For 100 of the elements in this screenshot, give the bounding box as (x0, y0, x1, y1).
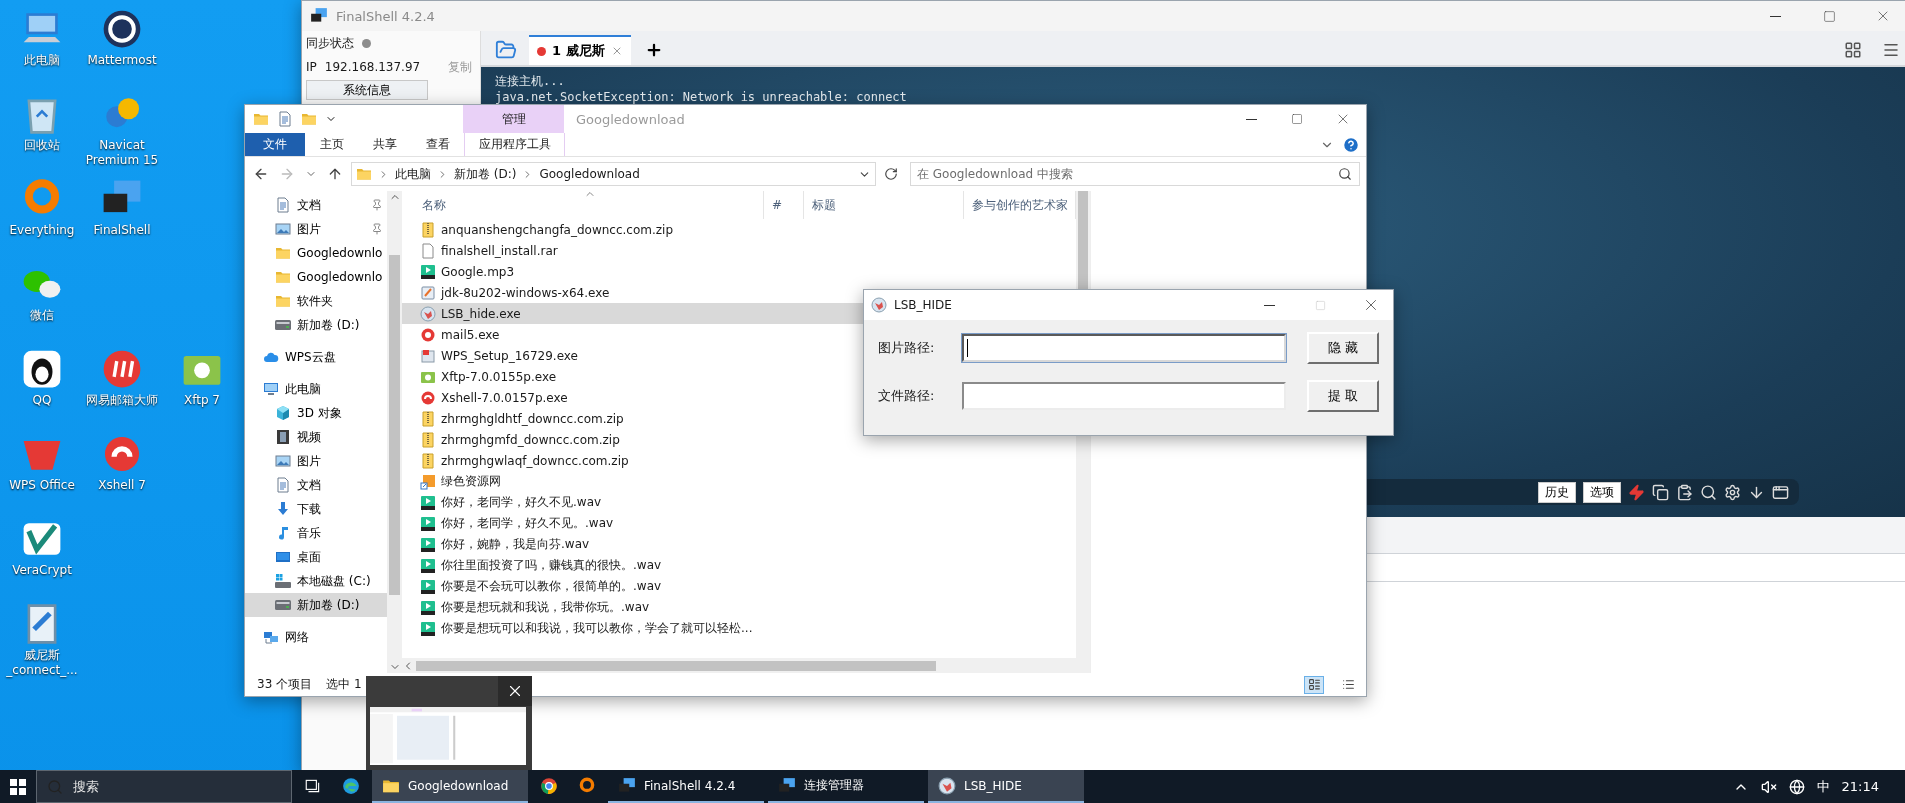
audio-file-icon (420, 515, 436, 532)
ip-label: IP (306, 60, 317, 74)
file-row[interactable]: 你好，老同学，好久不见.wav (402, 492, 1076, 513)
clock[interactable]: 21:14 (1841, 779, 1879, 794)
details-view-button[interactable] (1304, 675, 1324, 694)
input-method-indicator[interactable]: 中 (1816, 777, 1830, 796)
app-icon (101, 348, 143, 390)
column-header[interactable]: 标题 (804, 191, 964, 219)
search-icon[interactable] (1700, 483, 1717, 501)
file-row[interactable]: 你要是想玩就和我说，我带你玩。.wav (402, 597, 1076, 618)
shortcut-icon (420, 473, 436, 490)
action-button[interactable]: 提 取 (1307, 380, 1379, 412)
nav-item[interactable]: Googledownlo (245, 241, 387, 265)
window-title: Googledownload (576, 111, 685, 127)
breadcrumb-item[interactable]: 新加卷 (D:) (454, 165, 517, 183)
search-field[interactable]: 搜索 (36, 770, 292, 803)
app-icon (21, 348, 63, 390)
nav-item[interactable]: 图片 (245, 449, 387, 473)
app-icon (420, 389, 436, 406)
app-icon (871, 297, 887, 313)
nav-item[interactable]: 新加卷 (D:) (245, 313, 387, 337)
folder-icon (356, 166, 372, 182)
file-row[interactable]: Google.mp3 (402, 261, 1076, 282)
help-icon[interactable] (1342, 135, 1360, 154)
zip-file-icon (420, 452, 436, 469)
nav-item[interactable]: 图片 (245, 217, 387, 241)
nav-item[interactable]: 下载 (245, 497, 387, 521)
nav-item[interactable]: 音乐 (245, 521, 387, 545)
file-row[interactable]: 你好，婉静，我是向芬.wav (402, 534, 1076, 555)
file-icon (420, 242, 436, 259)
installer-icon (420, 284, 436, 301)
nav-item[interactable]: 视频 (245, 425, 387, 449)
maximize-icon (1291, 113, 1303, 125)
system-info-button[interactable]: 系统信息 (306, 80, 428, 100)
file-row[interactable]: 你要是想玩可以和我说，我可以教你，学会了就可以轻松... (402, 618, 1076, 639)
nav-item[interactable]: 文档 (245, 473, 387, 497)
horizontal-scrollbar[interactable] (402, 658, 1090, 673)
lightning-icon[interactable] (1628, 483, 1645, 501)
file-row[interactable]: 你要是不会玩可以教你，很简单的。.wav (402, 576, 1076, 597)
folder-icon (301, 111, 317, 127)
forward-arrow-icon (279, 166, 295, 182)
nav-item[interactable]: 本地磁盘 (C:) (245, 569, 387, 593)
folder-icon (275, 269, 291, 285)
toolbar-button[interactable]: 历史 (1538, 481, 1576, 503)
audio-file-icon (420, 494, 436, 511)
nav-item[interactable]: Googledownlo (245, 265, 387, 289)
column-header[interactable]: # (764, 191, 804, 219)
taskbar-button[interactable]: FinalShell 4.2.4 (608, 770, 764, 803)
terminal-line: 连接主机... (495, 73, 566, 89)
nav-item[interactable]: 3D 对象 (245, 401, 387, 425)
taskbar-button[interactable]: LSB_HIDE (928, 770, 1084, 803)
nav-item[interactable]: 新加卷 (D:) (245, 593, 387, 617)
app-icon (342, 776, 360, 795)
file-row[interactable]: anquanshengchangfa_downcc.com.zip (402, 219, 1076, 240)
breadcrumb-item[interactable]: 此电脑 (395, 165, 431, 183)
folder-icon (495, 39, 517, 61)
file-row[interactable]: 你好，老同学，好久不见。.wav (402, 513, 1076, 534)
context-tab-header[interactable]: 管理 (463, 105, 564, 133)
zip-file-icon (420, 221, 436, 238)
maximize-icon (1314, 299, 1326, 311)
app-icon (420, 305, 436, 322)
settings-icon[interactable] (1724, 483, 1741, 501)
drive-icon (275, 317, 291, 333)
path-field[interactable] (962, 382, 1286, 410)
file-row[interactable]: 你往里面投资了吗，赚钱真的很快。.wav (402, 555, 1076, 576)
file-row[interactable]: finalshell_install.rar (402, 240, 1076, 261)
column-header[interactable]: 名称 (414, 191, 764, 219)
nav-item[interactable]: 文档 (245, 193, 387, 217)
breadcrumb-item[interactable]: Googledownload (539, 167, 640, 181)
ribbon-tab[interactable]: 应用程序工具 (464, 133, 565, 156)
action-button[interactable]: 隐 藏 (1307, 332, 1379, 364)
close-button[interactable] (498, 676, 532, 706)
ribbon-tab[interactable]: 文件 (245, 133, 305, 156)
zip-file-icon (420, 431, 436, 448)
globe-icon[interactable] (1788, 778, 1805, 795)
address-bar[interactable]: 此电脑 新加卷 (D:) Googledownload (351, 162, 876, 186)
path-field[interactable] (962, 334, 1286, 362)
field-label: 图片路径: (878, 339, 936, 357)
nav-item[interactable]: 软件夹 (245, 289, 387, 313)
copy-icon[interactable] (1652, 483, 1669, 501)
file-row[interactable]: zhrmghgwlaqf_downcc.com.zip (402, 450, 1076, 471)
taskbar-button[interactable]: 连接管理器 (768, 770, 924, 803)
back-arrow-icon (253, 166, 269, 182)
vertical-scrollbar[interactable] (387, 191, 402, 673)
nav-item[interactable]: 此电脑 (245, 377, 387, 401)
paste-icon[interactable] (1676, 483, 1693, 501)
drive-icon (275, 597, 291, 613)
nav-item[interactable]: WPS云盘 (245, 345, 387, 369)
search-field[interactable]: 在 Googledownload 中搜索 (910, 162, 1360, 186)
window-icon[interactable] (1772, 483, 1789, 501)
nav-item[interactable]: 网络 (245, 625, 387, 649)
session-tab[interactable]: 1 威尼斯 (529, 35, 631, 65)
toolbar-button[interactable]: 选项 (1583, 481, 1621, 503)
file-row[interactable]: 绿色资源网 (402, 471, 1076, 492)
audio-file-icon (420, 263, 436, 280)
taskbar-button[interactable]: Googledownload (372, 770, 528, 803)
nav-item[interactable]: 桌面 (245, 545, 387, 569)
file-row[interactable]: zhrmghgmfd_downcc.com.zip (402, 429, 1076, 450)
muted-speaker-icon[interactable] (1760, 778, 1777, 795)
folder-icon (253, 111, 269, 127)
